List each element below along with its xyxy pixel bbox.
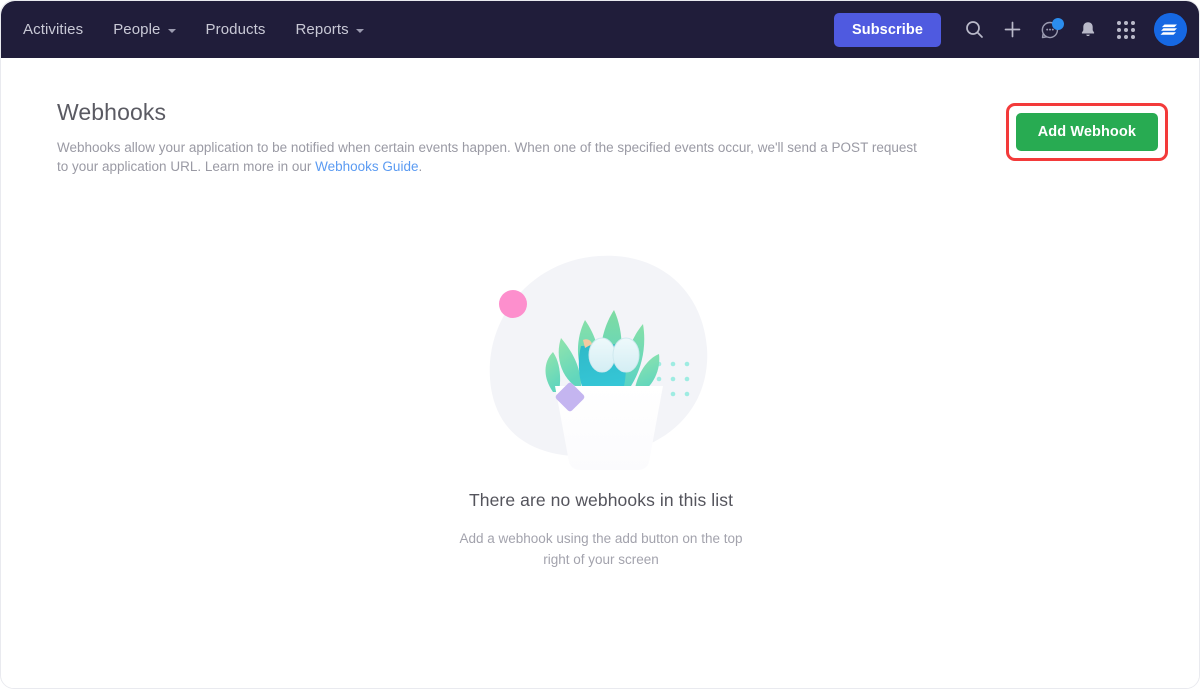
- pink-dot-decoration: [499, 290, 527, 318]
- page-header: Webhooks Webhooks allow your application…: [57, 99, 937, 176]
- nav-item-label: Reports: [295, 21, 349, 38]
- bell-icon: [1081, 22, 1095, 37]
- nav-actions: Subscribe: [833, 1, 1187, 58]
- add-new-button[interactable]: [993, 11, 1031, 49]
- chevron-down-icon: [167, 28, 176, 33]
- nav-menu: Activities People Products Reports: [1, 13, 378, 46]
- add-webhook-highlight-annotation: Add Webhook: [1005, 103, 1168, 161]
- page-description-text-2: .: [418, 159, 423, 174]
- page-title: Webhooks: [57, 99, 167, 125]
- nav-item-activities[interactable]: Activities: [9, 13, 97, 46]
- nav-item-products[interactable]: Products: [192, 13, 280, 46]
- nav-item-label: People: [113, 21, 161, 38]
- page-content: Webhooks Webhooks allow your application…: [1, 58, 1199, 688]
- chat-unread-badge: [1052, 17, 1064, 30]
- chevron-down-icon: [355, 28, 364, 33]
- empty-state-subtitle-line-1: Add a webhook using the add button on th…: [459, 531, 743, 546]
- apps-grid-icon: [1117, 20, 1135, 39]
- top-navigation-bar: Activities People Products Reports Subsc…: [1, 1, 1199, 58]
- chat-button[interactable]: [1031, 11, 1069, 49]
- page-description-text-1: Webhooks allow your application to be no…: [57, 140, 917, 174]
- nav-item-label: Products: [205, 21, 266, 38]
- empty-state-subtitle: Add a webhook using the add button on th…: [1, 528, 1199, 570]
- page-description: Webhooks allow your application to be no…: [57, 138, 925, 176]
- nav-item-label: Activities: [23, 21, 84, 38]
- search-icon: [965, 21, 983, 38]
- nav-item-reports[interactable]: Reports: [282, 13, 378, 46]
- subscribe-button[interactable]: Subscribe: [833, 12, 941, 47]
- webhooks-guide-link[interactable]: Webhooks Guide: [315, 159, 418, 174]
- user-avatar[interactable]: [1154, 13, 1187, 46]
- search-button[interactable]: [955, 11, 993, 49]
- nav-item-people[interactable]: People: [99, 13, 189, 46]
- empty-plant-illustration: [489, 255, 708, 470]
- plus-icon: [1004, 21, 1020, 38]
- app-window: Activities People Products Reports Subsc…: [0, 0, 1200, 689]
- add-webhook-button[interactable]: Add Webhook: [1015, 113, 1158, 151]
- empty-state: There are no webhooks in this list Add a…: [1, 238, 1199, 570]
- empty-state-title: There are no webhooks in this list: [468, 490, 734, 510]
- notifications-button[interactable]: [1069, 11, 1107, 49]
- brand-logo-icon: [1154, 13, 1187, 46]
- empty-state-subtitle-line-2: right of your screen: [543, 552, 659, 567]
- apps-menu-button[interactable]: [1107, 11, 1145, 49]
